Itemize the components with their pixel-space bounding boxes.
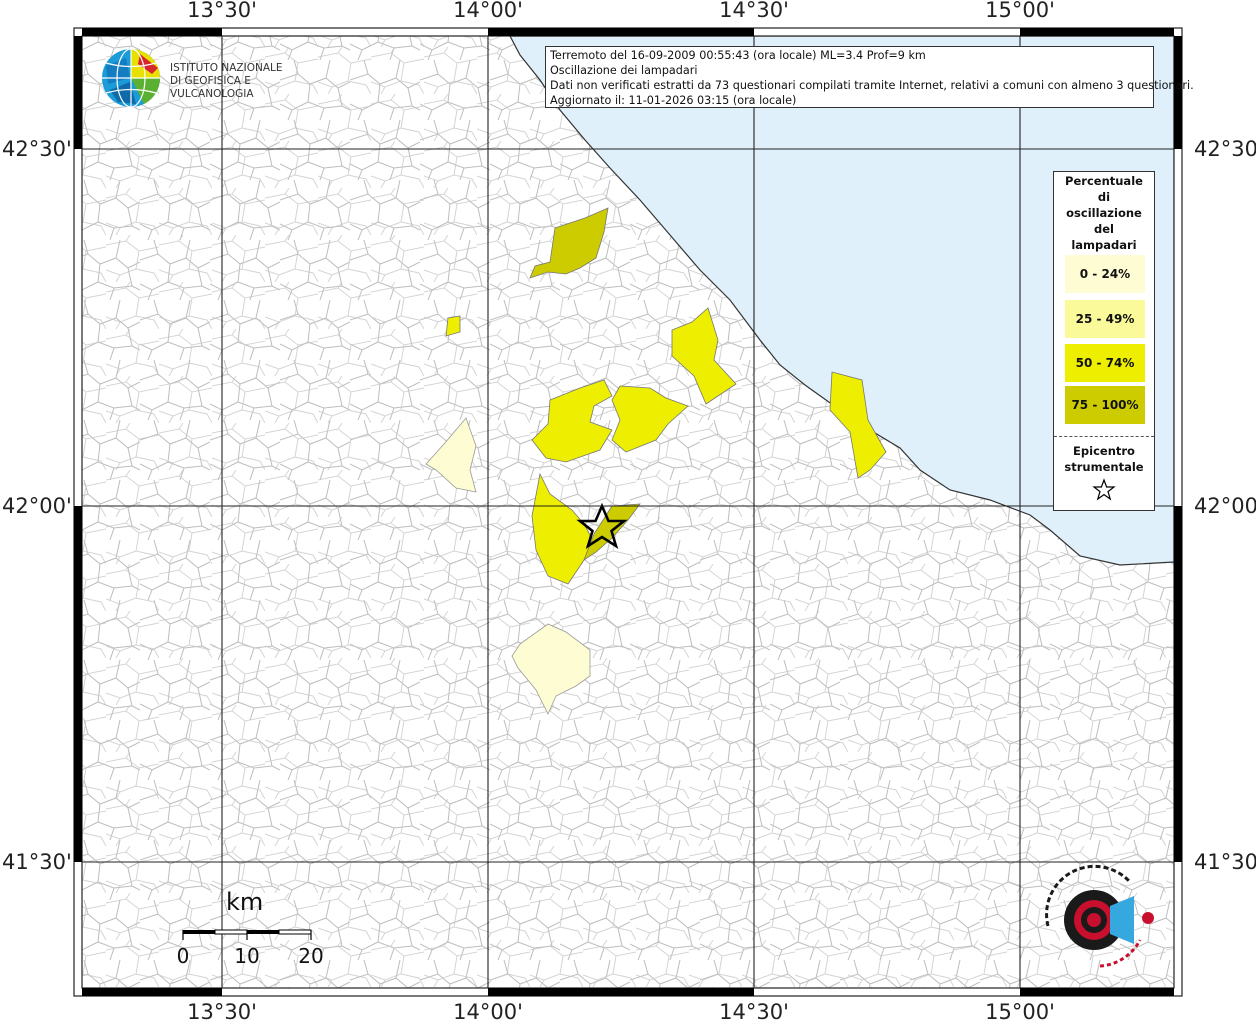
- lat-label-left-1: 42°30': [2, 137, 72, 161]
- legend-title-line: lampadari: [1071, 238, 1137, 252]
- legend-class-25-49: 25 - 49%: [1065, 300, 1145, 338]
- lon-label-bottom-1: 13°30': [187, 1000, 257, 1024]
- scale-tick-10: 10: [234, 944, 260, 968]
- legend-epicenter-line: Epicentro: [1073, 444, 1135, 458]
- lat-label-left-3: 41°30': [2, 850, 72, 874]
- legend-class-50-74: 50 - 74%: [1065, 344, 1145, 382]
- lon-label-top-3: 14°30': [719, 0, 789, 22]
- region-50-74-small: [445, 315, 461, 337]
- scale-bar-graphic: [182, 929, 312, 940]
- lat-label-right-3: 41°30': [1194, 850, 1256, 874]
- lon-label-top-4: 15°00': [985, 0, 1055, 22]
- lat-label-left-2: 42°00': [2, 494, 72, 518]
- lon-label-bottom-4: 15°00': [985, 1000, 1055, 1024]
- star-icon: [1092, 478, 1116, 501]
- lon-label-top-2: 14°00': [453, 0, 523, 22]
- ingv-logo-line1: ISTITUTO NAZIONALE: [170, 62, 283, 74]
- scale-bar: km 0 10 20: [170, 888, 340, 968]
- legend-title-line: Percentuale: [1065, 174, 1143, 188]
- scale-tick-20: 20: [298, 944, 324, 968]
- ingv-logo: ISTITUTO NAZIONALE DI GEOFISICA E VULCAN…: [100, 48, 320, 108]
- lat-label-right-1: 42°30': [1194, 137, 1256, 161]
- ingv-logo-line2: DI GEOFISICA E VULCANOLOGIA: [170, 75, 254, 100]
- legend-epicenter-line: strumentale: [1064, 460, 1144, 474]
- legend-divider: [1054, 436, 1154, 437]
- event-subtitle: Oscillazione dei lampadari: [550, 64, 698, 77]
- legend-title: Percentuale di oscillazione del lampadar…: [1054, 173, 1154, 253]
- hsit-target-icon: [1045, 864, 1154, 968]
- event-info-box: Terremoto del 16-09-2009 00:55:43 (ora l…: [545, 46, 1194, 108]
- legend-title-line: di: [1097, 190, 1111, 204]
- lat-label-right-2: 42°00': [1194, 494, 1256, 518]
- legend-epicenter-label: Epicentro strumentale: [1054, 443, 1154, 475]
- legend-title-line: del: [1094, 222, 1114, 236]
- ingv-globe-icon: [102, 48, 161, 108]
- scale-tick-0: 0: [176, 944, 190, 968]
- lon-label-bottom-3: 14°30': [719, 1000, 789, 1024]
- lon-label-top-1: 13°30': [187, 0, 257, 22]
- legend-class-0-24: 0 - 24%: [1065, 255, 1145, 293]
- hsit-logo: [1030, 860, 1170, 980]
- legend: Percentuale di oscillazione del lampadar…: [1053, 171, 1155, 511]
- legend-class-75-100: 75 - 100%: [1065, 386, 1145, 424]
- scale-unit-label: km: [226, 888, 264, 916]
- event-title: Terremoto del 16-09-2009 00:55:43 (ora l…: [550, 49, 926, 62]
- event-data-note: Dati non verificati estratti da 73 quest…: [550, 79, 1194, 92]
- legend-title-line: oscillazione: [1066, 206, 1142, 220]
- lon-label-bottom-2: 14°00': [453, 1000, 523, 1024]
- event-updated: Aggiornato il: 11-01-2026 03:15 (ora loc…: [550, 94, 797, 107]
